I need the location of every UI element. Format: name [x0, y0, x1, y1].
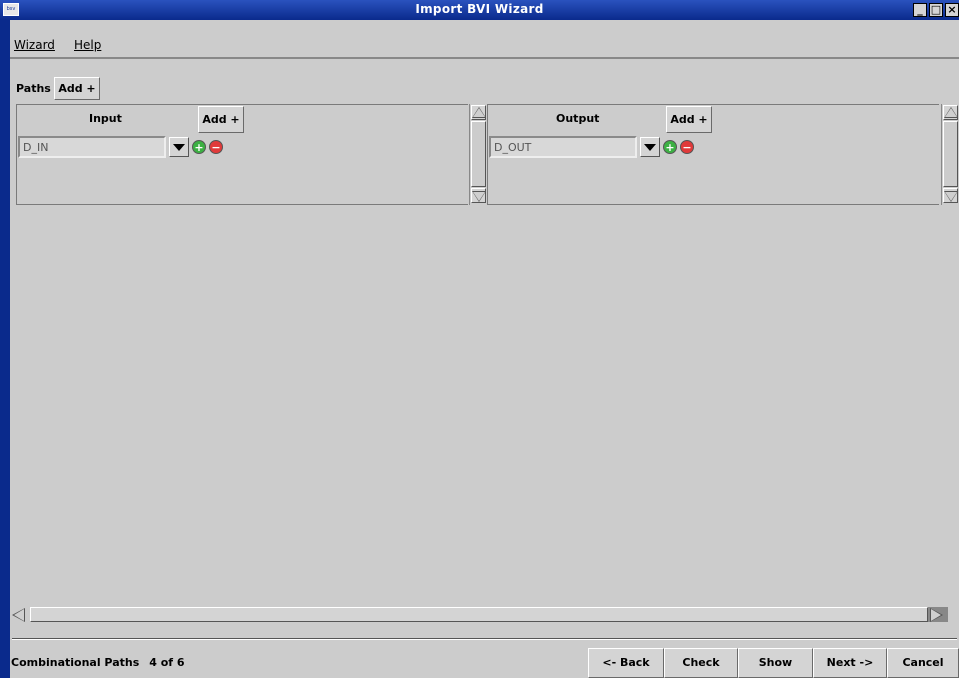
input-panel: Input Add + D_IN + −	[16, 104, 468, 205]
horizontal-scrollbar[interactable]	[10, 606, 959, 623]
input-path-field[interactable]: D_IN	[18, 136, 166, 158]
input-dropdown-icon[interactable]	[169, 137, 189, 157]
title-bar: bsv Import BVI Wizard _ □ ×	[0, 0, 959, 20]
step-name: Combinational Paths	[11, 656, 140, 669]
scroll-up-icon[interactable]	[471, 105, 486, 120]
wizard-step-status: Combinational Paths 4 of 6	[11, 656, 185, 669]
input-remove-row-icon[interactable]: −	[209, 140, 223, 154]
cancel-button[interactable]: Cancel	[887, 648, 959, 678]
scroll-thumb[interactable]	[943, 121, 958, 187]
scroll-right-icon[interactable]	[928, 607, 948, 622]
input-vertical-scrollbar[interactable]	[469, 104, 486, 205]
scroll-left-icon[interactable]	[10, 607, 28, 622]
show-button[interactable]: Show	[738, 648, 813, 678]
wizard-client-area: Wizard Help Paths Add + Input Add + D_IN…	[10, 20, 959, 678]
step-progress: 4 of 6	[149, 656, 185, 669]
output-add-button[interactable]: Add +	[666, 106, 712, 133]
separator	[12, 638, 957, 640]
scroll-down-icon[interactable]	[943, 188, 958, 203]
menu-help-label: Help	[74, 38, 102, 52]
output-header: Output	[556, 112, 600, 125]
menu-bar: Wizard Help	[10, 20, 959, 59]
output-vertical-scrollbar[interactable]	[941, 104, 958, 205]
window-title: Import BVI Wizard	[415, 2, 544, 16]
close-icon[interactable]: ×	[945, 3, 959, 17]
horizontal-scroll-thumb[interactable]	[30, 607, 928, 622]
menu-wizard[interactable]: Wizard	[14, 38, 55, 52]
output-panel: Output Add + D_OUT + −	[487, 104, 939, 205]
output-dropdown-icon[interactable]	[640, 137, 660, 157]
back-button[interactable]: <- Back	[588, 648, 664, 678]
input-header: Input	[89, 112, 122, 125]
input-add-row-icon[interactable]: +	[192, 140, 206, 154]
output-add-row-icon[interactable]: +	[663, 140, 677, 154]
minimize-icon[interactable]: _	[913, 3, 927, 17]
check-button[interactable]: Check	[664, 648, 738, 678]
next-button[interactable]: Next ->	[813, 648, 887, 678]
menu-wizard-label: Wizard	[14, 38, 55, 52]
window-frame	[0, 20, 10, 678]
maximize-icon[interactable]: □	[929, 3, 943, 17]
scroll-up-icon[interactable]	[943, 105, 958, 120]
scroll-down-icon[interactable]	[471, 188, 486, 203]
paths-add-button[interactable]: Add +	[54, 77, 100, 100]
input-add-button[interactable]: Add +	[198, 106, 244, 133]
menu-help[interactable]: Help	[74, 38, 101, 52]
scroll-thumb[interactable]	[471, 121, 486, 187]
output-remove-row-icon[interactable]: −	[680, 140, 694, 154]
output-path-field[interactable]: D_OUT	[489, 136, 637, 158]
paths-label: Paths	[16, 82, 51, 95]
